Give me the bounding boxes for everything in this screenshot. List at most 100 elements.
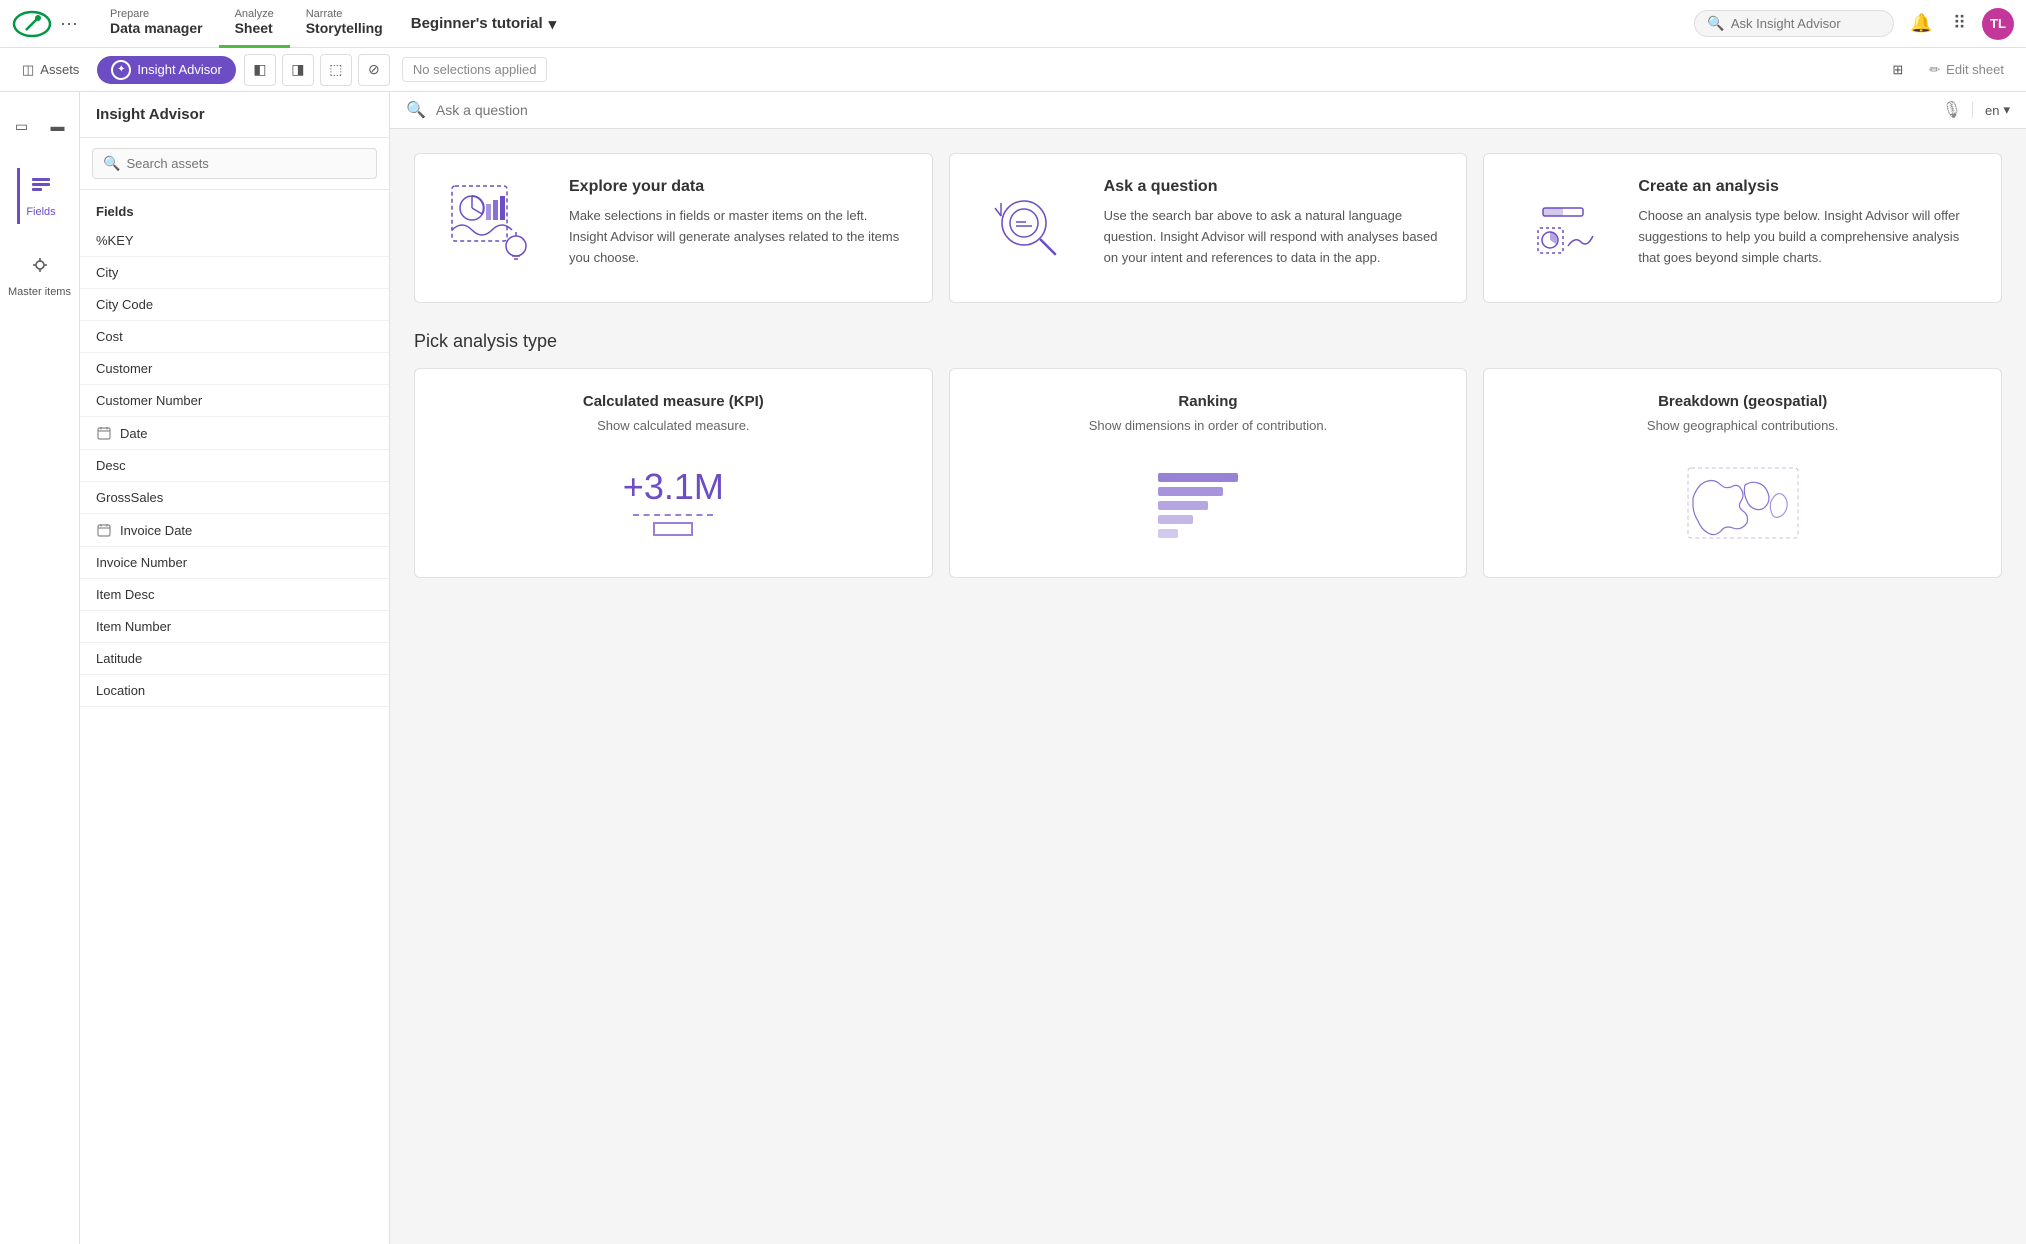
main-content-area: 🔍 🎙 en ▾	[390, 92, 2026, 1244]
assets-button[interactable]: ◫ Assets	[12, 58, 89, 82]
cards-area: Explore your data Make selections in fie…	[390, 129, 2026, 602]
ask-question-card[interactable]: Ask a question Use the search bar above …	[949, 153, 1468, 303]
user-avatar[interactable]: TL	[1982, 8, 2014, 40]
kpi-card-title: Calculated measure (KPI)	[583, 393, 764, 410]
question-search-icon: 🔍	[406, 100, 426, 120]
explore-icon	[439, 178, 549, 278]
field-name: Desc	[96, 458, 126, 473]
calendar-icon	[96, 522, 112, 538]
toolbar-icons: ◧ ◨ ⬚ ⊘	[244, 54, 390, 86]
field-list-item[interactable]: Item Number	[80, 611, 389, 643]
calendar-icon	[96, 425, 112, 441]
sidebar-item-fields[interactable]: Fields	[17, 168, 61, 224]
search-assets-icon: 🔍	[103, 155, 120, 172]
sidebar-item-master-items[interactable]: Master items	[2, 248, 77, 304]
create-text: Create an analysis Choose an analysis ty…	[1638, 178, 1977, 268]
top-nav-right: 🔍 🔔 ⠿ TL	[1694, 8, 2014, 40]
field-name: Invoice Number	[96, 555, 187, 570]
grid-view-button[interactable]: ⊞	[1884, 58, 1911, 82]
search-assets-input-container[interactable]: 🔍	[92, 148, 377, 179]
create-title: Create an analysis	[1638, 178, 1977, 196]
field-list-item[interactable]: Invoice Date	[80, 514, 389, 547]
narrate-label-main: Storytelling	[306, 20, 383, 36]
nav-more-button[interactable]: ···	[60, 13, 78, 34]
field-list-item[interactable]: %KEY	[80, 225, 389, 257]
fields-section-header: Fields	[80, 198, 389, 225]
field-list-item[interactable]: City	[80, 257, 389, 289]
fields-label: Fields	[26, 206, 55, 218]
master-items-icon	[29, 254, 51, 282]
field-list-item[interactable]: Date	[80, 417, 389, 450]
selection-forward-icon[interactable]: ◨	[282, 54, 314, 86]
field-list-item[interactable]: City Code	[80, 289, 389, 321]
field-name: Location	[96, 683, 145, 698]
second-toolbar: ◫ Assets ✦ Insight Advisor ◧ ◨ ⬚ ⊘ No se…	[0, 48, 2026, 92]
field-list-item[interactable]: Desc	[80, 450, 389, 482]
field-list-item[interactable]: GrossSales	[80, 482, 389, 514]
insight-advisor-input[interactable]	[1731, 16, 1882, 31]
field-list-item[interactable]: Item Desc	[80, 579, 389, 611]
geo-visual	[1508, 453, 1977, 553]
insight-advisor-button[interactable]: ✦ Insight Advisor	[97, 56, 236, 84]
insight-advisor-search[interactable]: 🔍	[1694, 10, 1894, 37]
selection-clear-icon[interactable]: ⊘	[358, 54, 390, 86]
insight-advisor-panel: Insight Advisor 🔍 Fields %KEYCity City Co…	[80, 92, 390, 1244]
question-input-container[interactable]	[436, 102, 1932, 118]
field-name: Cost	[96, 329, 123, 344]
qlik-logo[interactable]	[12, 10, 52, 38]
grid-view-icon: ⊞	[1892, 62, 1903, 78]
geo-card-desc: Show geographical contributions.	[1647, 418, 1839, 433]
insight-panel-title: Insight Advisor	[80, 92, 389, 138]
ranking-analysis-card[interactable]: Ranking Show dimensions in order of cont…	[949, 368, 1468, 578]
app-title[interactable]: Beginner's tutorial ▾	[411, 15, 556, 33]
language-selector[interactable]: en ▾	[1972, 102, 2010, 118]
grid-icon[interactable]: ⠿	[1949, 9, 1970, 38]
insight-advisor-label: Insight Advisor	[137, 62, 222, 77]
kpi-analysis-card[interactable]: Calculated measure (KPI) Show calculated…	[414, 368, 933, 578]
notification-icon[interactable]: 🔔	[1906, 9, 1936, 38]
no-selections-text: No selections applied	[413, 62, 537, 77]
field-name: City Code	[96, 297, 153, 312]
field-name: Customer Number	[96, 393, 202, 408]
kpi-visual: +3.1M	[439, 453, 908, 553]
panel-toggle-icons: ▭ ▬	[0, 108, 80, 144]
field-list-item[interactable]: Customer	[80, 353, 389, 385]
edit-icon: ✏	[1929, 62, 1940, 78]
ask-desc: Use the search bar above to ask a natura…	[1104, 206, 1443, 268]
app-title-chevron: ▾	[549, 15, 557, 33]
nav-tab-narrate[interactable]: Narrate Storytelling	[290, 0, 399, 48]
info-cards-row: Explore your data Make selections in fie…	[414, 153, 2002, 303]
field-list-item[interactable]: Location	[80, 675, 389, 707]
create-icon	[1508, 178, 1618, 278]
nav-tab-analyze[interactable]: Analyze Sheet	[219, 0, 290, 48]
edit-sheet-button[interactable]: ✏ Edit sheet	[1919, 58, 2014, 82]
insight-circle-icon: ✦	[111, 60, 131, 80]
ask-title: Ask a question	[1104, 178, 1443, 196]
field-list-item[interactable]: Latitude	[80, 643, 389, 675]
selection-back-icon[interactable]: ◧	[244, 54, 276, 86]
question-input[interactable]	[436, 102, 1932, 118]
ask-text: Ask a question Use the search bar above …	[1104, 178, 1443, 268]
explore-desc: Make selections in fields or master item…	[569, 206, 908, 268]
search-assets-input[interactable]	[126, 156, 366, 171]
analysis-section-title: Pick analysis type	[414, 331, 2002, 352]
field-list-item[interactable]: Invoice Number	[80, 547, 389, 579]
panel-icon-left[interactable]: ▭	[8, 112, 36, 140]
explore-data-card[interactable]: Explore your data Make selections in fie…	[414, 153, 933, 303]
question-bar: 🔍 🎙 en ▾	[390, 92, 2026, 129]
fields-list: %KEYCity City Code Cost Customer Customer Nu…	[80, 225, 389, 707]
fields-list-section: Fields %KEYCity City Code Cost Customer Cust…	[80, 190, 389, 1244]
microphone-icon[interactable]: 🎙	[1942, 100, 1962, 120]
analyze-label-top: Analyze	[235, 8, 274, 20]
create-analysis-card[interactable]: Create an analysis Choose an analysis ty…	[1483, 153, 2002, 303]
field-name: Customer	[96, 361, 152, 376]
panel-icon-right[interactable]: ▬	[44, 112, 72, 140]
field-list-item[interactable]: Cost	[80, 321, 389, 353]
field-name: Invoice Date	[120, 523, 192, 538]
insight-search-container: 🔍	[80, 138, 389, 190]
field-list-item[interactable]: Customer Number	[80, 385, 389, 417]
geo-analysis-card[interactable]: Breakdown (geospatial) Show geographical…	[1483, 368, 2002, 578]
selection-lock-icon[interactable]: ⬚	[320, 54, 352, 86]
analysis-cards-row: Calculated measure (KPI) Show calculated…	[414, 368, 2002, 578]
nav-tab-prepare[interactable]: Prepare Data manager	[94, 0, 219, 48]
